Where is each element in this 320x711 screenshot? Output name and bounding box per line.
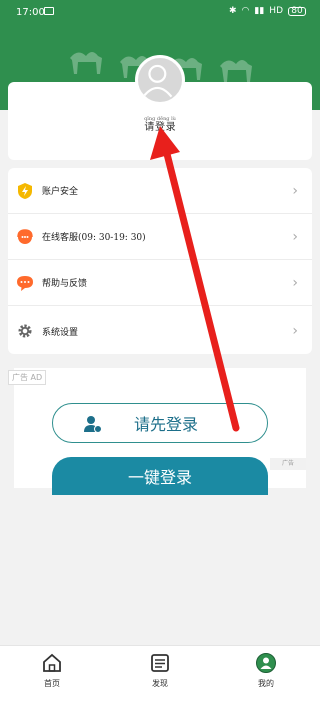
signal-icon: ▮▮: [254, 6, 265, 16]
chevron-right-icon: ›: [292, 274, 298, 291]
nav-item-home[interactable]: 首页: [22, 652, 82, 689]
notification-icon: [44, 7, 54, 15]
menu-label: 账户安全: [42, 187, 79, 197]
profile-icon: [256, 653, 276, 673]
gear-icon: [18, 324, 32, 338]
login-prompt-pinyin: qǐng dēng lù: [144, 116, 176, 122]
menu-item-system-settings[interactable]: 系统设置 ›: [8, 308, 312, 354]
chevron-right-icon: ›: [292, 182, 298, 199]
menu-item-online-service[interactable]: 在线客服(09: 30-19: 30) ›: [8, 214, 312, 260]
menu-label: 帮助与反馈: [42, 279, 88, 289]
nav-label-discover: 发现: [152, 679, 168, 688]
menu-label: 在线客服(09: 30-19: 30): [42, 233, 146, 243]
network-type: HD: [269, 6, 283, 16]
login-first-button[interactable]: 请先登录: [52, 403, 268, 443]
chevron-right-icon: ›: [292, 323, 298, 339]
nav-item-discover[interactable]: 发现: [130, 652, 190, 689]
shield-icon: [18, 182, 32, 199]
login-prompt[interactable]: 请登录qǐng dēng lù: [0, 116, 320, 133]
home-icon: [43, 653, 61, 672]
ad-label: 广告 AD: [8, 370, 47, 385]
default-avatar-icon: [142, 64, 173, 98]
login-first-label: 请先登录: [133, 415, 198, 434]
headset-icon: [17, 228, 33, 244]
avatar[interactable]: [135, 55, 185, 105]
bluetooth-icon: ✱: [228, 6, 237, 16]
battery-icon: 80: [288, 6, 306, 16]
chevron-right-icon: ›: [292, 228, 298, 245]
user-icon: [84, 416, 102, 433]
menu-item-help-feedback[interactable]: 帮助与反馈 ›: [8, 260, 312, 306]
wifi-icon: ◠: [241, 6, 250, 16]
menu-item-account-security[interactable]: 账户安全 ›: [8, 168, 312, 214]
nav-label-mine: 我的: [258, 679, 274, 688]
menu-label: 系统设置: [42, 327, 79, 338]
status-indicators: ✱ ◠ ▮▮ HD 80: [229, 6, 306, 16]
nav-label-home: 首页: [44, 679, 60, 688]
settings-menu: 账户安全 › 在线客服(09: 30-19: 30) › 帮助与反馈 › 系统设…: [8, 168, 312, 354]
onekey-login-button[interactable]: 一键登录: [52, 457, 268, 495]
status-bar: 17:00 ✱ ◠ ▮▮ HD 80: [0, 0, 320, 26]
chat-bubble-icon: [17, 275, 33, 291]
status-time: 17:00: [16, 7, 45, 18]
ad-badge: 广告: [270, 458, 306, 470]
newspaper-icon: [151, 654, 169, 672]
login-prompt-text: 请登录: [144, 122, 176, 133]
nav-item-mine[interactable]: 我的: [236, 652, 296, 689]
bottom-navigation: 首页 发现 我的: [0, 645, 320, 711]
